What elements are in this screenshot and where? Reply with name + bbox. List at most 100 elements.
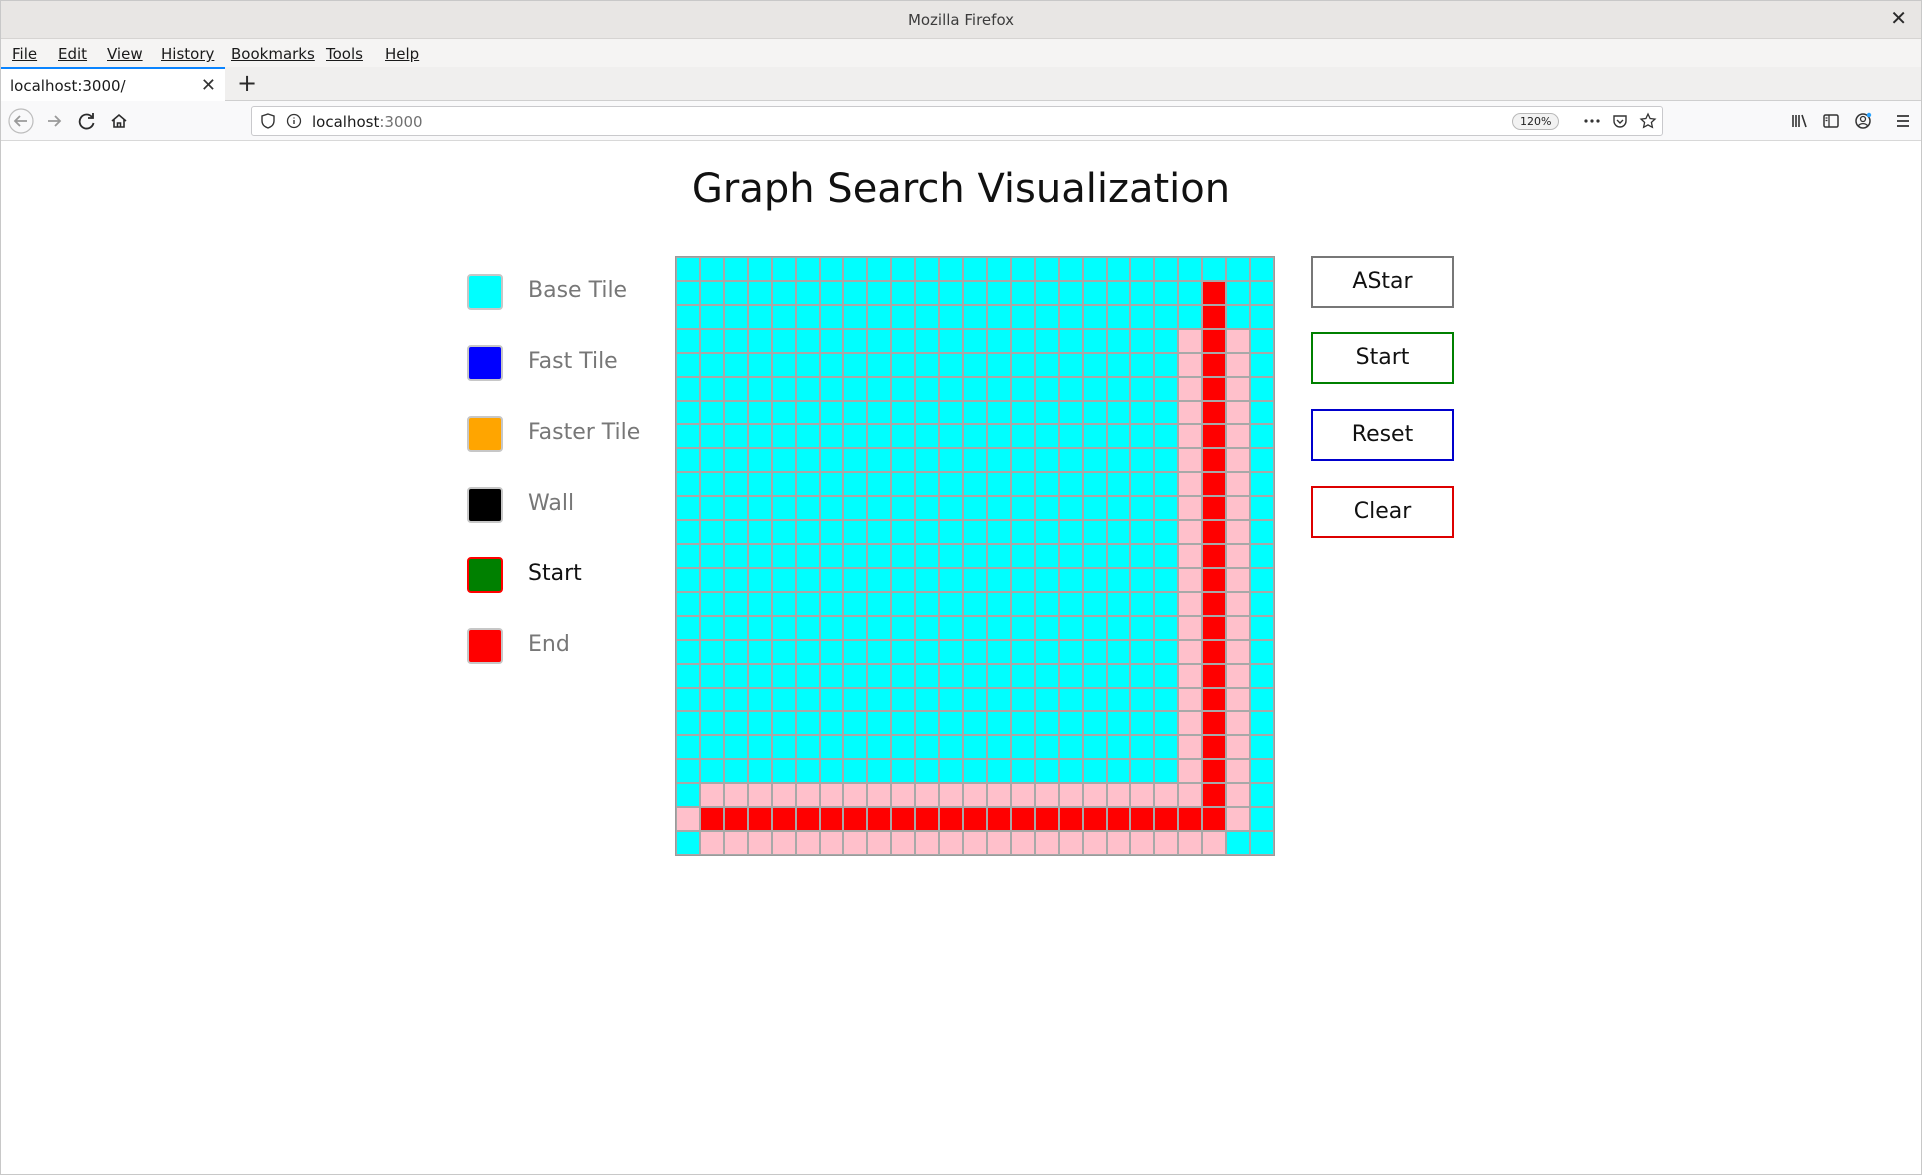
grid-cell[interactable] — [843, 472, 868, 497]
grid-cell[interactable] — [1106, 807, 1131, 832]
grid-cell[interactable] — [891, 711, 916, 736]
grid-cell[interactable] — [1250, 400, 1274, 425]
grid-cell[interactable] — [747, 615, 772, 640]
grid-cell[interactable] — [723, 615, 748, 640]
grid-cell[interactable] — [699, 280, 724, 305]
grid-cell[interactable] — [891, 807, 916, 832]
grid-cell[interactable] — [867, 257, 892, 281]
reload-icon[interactable] — [73, 107, 101, 135]
grid-cell[interactable] — [1034, 376, 1059, 401]
grid-cell[interactable] — [1226, 472, 1251, 497]
grid-cell[interactable] — [1058, 424, 1083, 449]
grid-cell[interactable] — [699, 352, 724, 377]
grid-cell[interactable] — [795, 735, 820, 760]
grid-cell[interactable] — [795, 328, 820, 353]
grid-cell[interactable] — [915, 328, 940, 353]
grid-cell[interactable] — [1202, 257, 1227, 281]
grid-cell[interactable] — [1154, 496, 1179, 521]
grid-cell[interactable] — [843, 615, 868, 640]
grid-cell[interactable] — [1106, 831, 1131, 855]
grid-cell[interactable] — [1058, 831, 1083, 855]
grid-cell[interactable] — [723, 304, 748, 329]
grid-cell[interactable] — [1010, 424, 1035, 449]
grid-cell[interactable] — [986, 831, 1011, 855]
grid-cell[interactable] — [1250, 615, 1274, 640]
grid-cell[interactable] — [1010, 615, 1035, 640]
grid-cell[interactable] — [699, 304, 724, 329]
grid-cell[interactable] — [723, 328, 748, 353]
grid-cell[interactable] — [747, 687, 772, 712]
grid-cell[interactable] — [1106, 472, 1131, 497]
grid-cell[interactable] — [819, 352, 844, 377]
grid-cell[interactable] — [1154, 591, 1179, 616]
grid-cell[interactable] — [771, 639, 796, 664]
grid-cell[interactable] — [676, 711, 700, 736]
grid-cell[interactable] — [1226, 520, 1251, 545]
grid-cell[interactable] — [1202, 591, 1227, 616]
grid-cell[interactable] — [723, 735, 748, 760]
grid-cell[interactable] — [1178, 615, 1203, 640]
grid-cell[interactable] — [1178, 687, 1203, 712]
grid-cell[interactable] — [676, 615, 700, 640]
grid-cell[interactable] — [819, 567, 844, 592]
grid-cell[interactable] — [747, 639, 772, 664]
grid-cell[interactable] — [771, 304, 796, 329]
grid-cell[interactable] — [676, 280, 700, 305]
grid-cell[interactable] — [1250, 520, 1274, 545]
grid-cell[interactable] — [1154, 448, 1179, 473]
grid-cell[interactable] — [891, 520, 916, 545]
new-tab-icon[interactable]: + — [233, 69, 261, 97]
grid-cell[interactable] — [1106, 304, 1131, 329]
grid-cell[interactable] — [1082, 591, 1107, 616]
grid-cell[interactable] — [1226, 352, 1251, 377]
grid-cell[interactable] — [1058, 567, 1083, 592]
grid-cell[interactable] — [1010, 400, 1035, 425]
grid-cell[interactable] — [1010, 711, 1035, 736]
grid-cell[interactable] — [915, 376, 940, 401]
start-button[interactable]: Start — [1311, 332, 1454, 384]
grid-cell[interactable] — [843, 735, 868, 760]
grid-cell[interactable] — [1106, 711, 1131, 736]
grid-cell[interactable] — [843, 376, 868, 401]
grid-cell[interactable] — [1202, 448, 1227, 473]
grid-cell[interactable] — [843, 783, 868, 808]
grid-cell[interactable] — [1202, 807, 1227, 832]
grid-cell[interactable] — [1106, 639, 1131, 664]
grid-cell[interactable] — [843, 591, 868, 616]
grid-cell[interactable] — [699, 472, 724, 497]
grid-cell[interactable] — [819, 591, 844, 616]
grid-cell[interactable] — [771, 711, 796, 736]
grid-cell[interactable] — [1082, 735, 1107, 760]
library-icon[interactable] — [1785, 107, 1813, 135]
grid-cell[interactable] — [1250, 759, 1274, 784]
search-grid[interactable] — [675, 256, 1275, 856]
grid-cell[interactable] — [1010, 280, 1035, 305]
grid-cell[interactable] — [723, 759, 748, 784]
grid-cell[interactable] — [867, 663, 892, 688]
grid-cell[interactable] — [843, 663, 868, 688]
grid-cell[interactable] — [1178, 400, 1203, 425]
grid-cell[interactable] — [1250, 304, 1274, 329]
grid-cell[interactable] — [867, 591, 892, 616]
grid-cell[interactable] — [747, 567, 772, 592]
grid-cell[interactable] — [795, 615, 820, 640]
grid-cell[interactable] — [1154, 639, 1179, 664]
grid-cell[interactable] — [1226, 448, 1251, 473]
grid-cell[interactable] — [747, 328, 772, 353]
grid-cell[interactable] — [986, 400, 1011, 425]
grid-cell[interactable] — [963, 376, 987, 401]
grid-cell[interactable] — [1034, 831, 1059, 855]
grid-cell[interactable] — [795, 448, 820, 473]
grid-cell[interactable] — [939, 591, 964, 616]
grid-cell[interactable] — [1058, 448, 1083, 473]
grid-cell[interactable] — [915, 544, 940, 568]
grid-cell[interactable] — [699, 783, 724, 808]
back-arrow-icon[interactable] — [7, 107, 35, 135]
grid-cell[interactable] — [1154, 352, 1179, 377]
grid-cell[interactable] — [1010, 328, 1035, 353]
grid-cell[interactable] — [819, 663, 844, 688]
grid-cell[interactable] — [819, 544, 844, 568]
grid-cell[interactable] — [1130, 567, 1155, 592]
grid-cell[interactable] — [1010, 520, 1035, 545]
grid-cell[interactable] — [1106, 496, 1131, 521]
